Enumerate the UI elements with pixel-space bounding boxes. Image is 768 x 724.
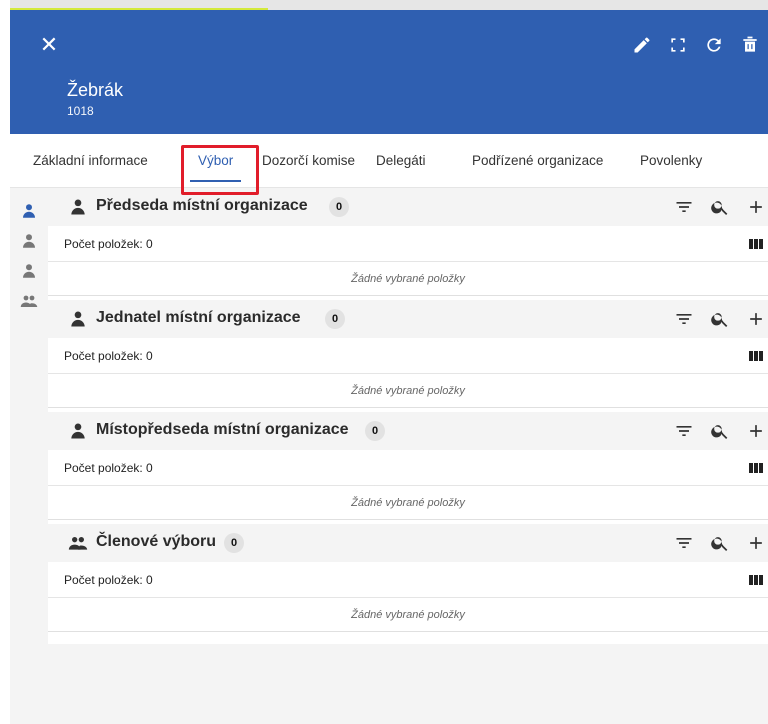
count-badge: 0: [224, 533, 244, 553]
filter-icon[interactable]: [672, 531, 696, 555]
section-toolbar: [660, 419, 768, 443]
count-badge: 0: [365, 421, 385, 441]
tab-bar: Základní informace Výbor Dozorčí komise …: [10, 134, 768, 188]
section-title: Členové výboru: [96, 533, 217, 550]
section-header: Členové výboru 0: [48, 524, 768, 562]
item-count-row: Počet položek: 0: [48, 562, 768, 598]
section-toolbar: [660, 195, 768, 219]
section-vice-chairman: Místopředseda místní organizace 0 Počet …: [48, 412, 768, 524]
active-tab-indicator: [190, 180, 242, 182]
delete-icon[interactable]: [732, 32, 768, 58]
close-icon[interactable]: ✕: [38, 34, 60, 56]
empty-state-row: Žádné vybrané položky: [48, 262, 768, 296]
search-icon[interactable]: [708, 419, 732, 443]
loading-progress: [0, 0, 768, 12]
search-icon[interactable]: [708, 531, 732, 555]
item-count-row: Počet položek: 0: [48, 450, 768, 486]
search-icon[interactable]: [708, 195, 732, 219]
empty-state-row: Žádné vybrané položky: [48, 374, 768, 408]
empty-state-text: Žádné vybrané položky: [351, 497, 465, 509]
section-toolbar: [660, 307, 768, 331]
section-title: Předseda místní organizace: [96, 197, 308, 214]
section-secretary: Jednatel místní organizace 0 Počet polož…: [48, 300, 768, 412]
person-icon: [68, 197, 88, 217]
empty-state-row: Žádné vybrané položky: [48, 486, 768, 520]
section-committee-members: Členové výboru 0 Počet položek: 0 Žádné …: [48, 524, 768, 636]
section-header: Jednatel místní organizace 0: [48, 300, 768, 338]
section-chairman: Předseda místní organizace 0 Počet polož…: [48, 188, 768, 300]
item-count: Počet položek: 0: [64, 573, 153, 587]
item-count: Počet položek: 0: [64, 237, 153, 251]
header-toolbar: [624, 32, 768, 58]
item-count-row: Počet položek: 0: [48, 226, 768, 262]
person-icon[interactable]: [20, 232, 40, 252]
add-icon[interactable]: [744, 531, 768, 555]
count-badge: 0: [329, 197, 349, 217]
columns-icon[interactable]: [748, 460, 764, 476]
columns-icon[interactable]: [748, 236, 764, 252]
person-icon: [68, 309, 88, 329]
tab-basic-info[interactable]: Základní informace: [33, 134, 148, 188]
tab-committee-label: Výbor: [198, 153, 234, 168]
committee-content: Předseda místní organizace 0 Počet polož…: [48, 188, 768, 644]
refresh-icon[interactable]: [696, 32, 732, 58]
add-icon[interactable]: [744, 419, 768, 443]
item-count: Počet položek: 0: [64, 461, 153, 475]
section-navigation-rail: [10, 188, 48, 724]
tab-permits[interactable]: Povolenky: [640, 134, 702, 188]
fullscreen-icon[interactable]: [660, 32, 696, 58]
columns-icon[interactable]: [748, 348, 764, 364]
empty-state-row: Žádné vybrané položky: [48, 598, 768, 632]
add-icon[interactable]: [744, 307, 768, 331]
section-header: Předseda místní organizace 0: [48, 188, 768, 226]
columns-icon[interactable]: [748, 572, 764, 588]
item-count: Počet položek: 0: [64, 349, 153, 363]
group-icon: [68, 533, 88, 553]
filter-icon[interactable]: [672, 307, 696, 331]
person-icon[interactable]: [20, 202, 40, 222]
section-toolbar: [660, 531, 768, 555]
tab-subordinate-organizations[interactable]: Podřízené organizace: [472, 134, 603, 188]
section-header: Místopředseda místní organizace 0: [48, 412, 768, 450]
tab-committee[interactable]: Výbor: [190, 134, 242, 188]
tab-supervisory-board[interactable]: Dozorčí komise: [262, 134, 355, 188]
add-icon[interactable]: [744, 195, 768, 219]
detail-panel: ✕ Žebrák 1018 Základní informace Výbor D…: [10, 10, 768, 724]
item-count-row: Počet položek: 0: [48, 338, 768, 374]
filter-icon[interactable]: [672, 195, 696, 219]
organization-code: 1018: [67, 104, 94, 118]
empty-state-text: Žádné vybrané položky: [351, 385, 465, 397]
empty-state-text: Žádné vybrané položky: [351, 273, 465, 285]
person-icon[interactable]: [20, 262, 40, 282]
section-title: Místopředseda místní organizace: [96, 421, 349, 438]
person-icon: [68, 421, 88, 441]
detail-header: ✕ Žebrák 1018: [10, 10, 768, 134]
empty-state-text: Žádné vybrané položky: [351, 609, 465, 621]
organization-title: Žebrák: [67, 80, 124, 100]
count-badge: 0: [325, 309, 345, 329]
edit-icon[interactable]: [624, 32, 660, 58]
section-title: Jednatel místní organizace: [96, 309, 301, 326]
search-icon[interactable]: [708, 307, 732, 331]
tab-delegates[interactable]: Delegáti: [376, 134, 426, 188]
group-icon[interactable]: [20, 292, 40, 312]
filter-icon[interactable]: [672, 419, 696, 443]
